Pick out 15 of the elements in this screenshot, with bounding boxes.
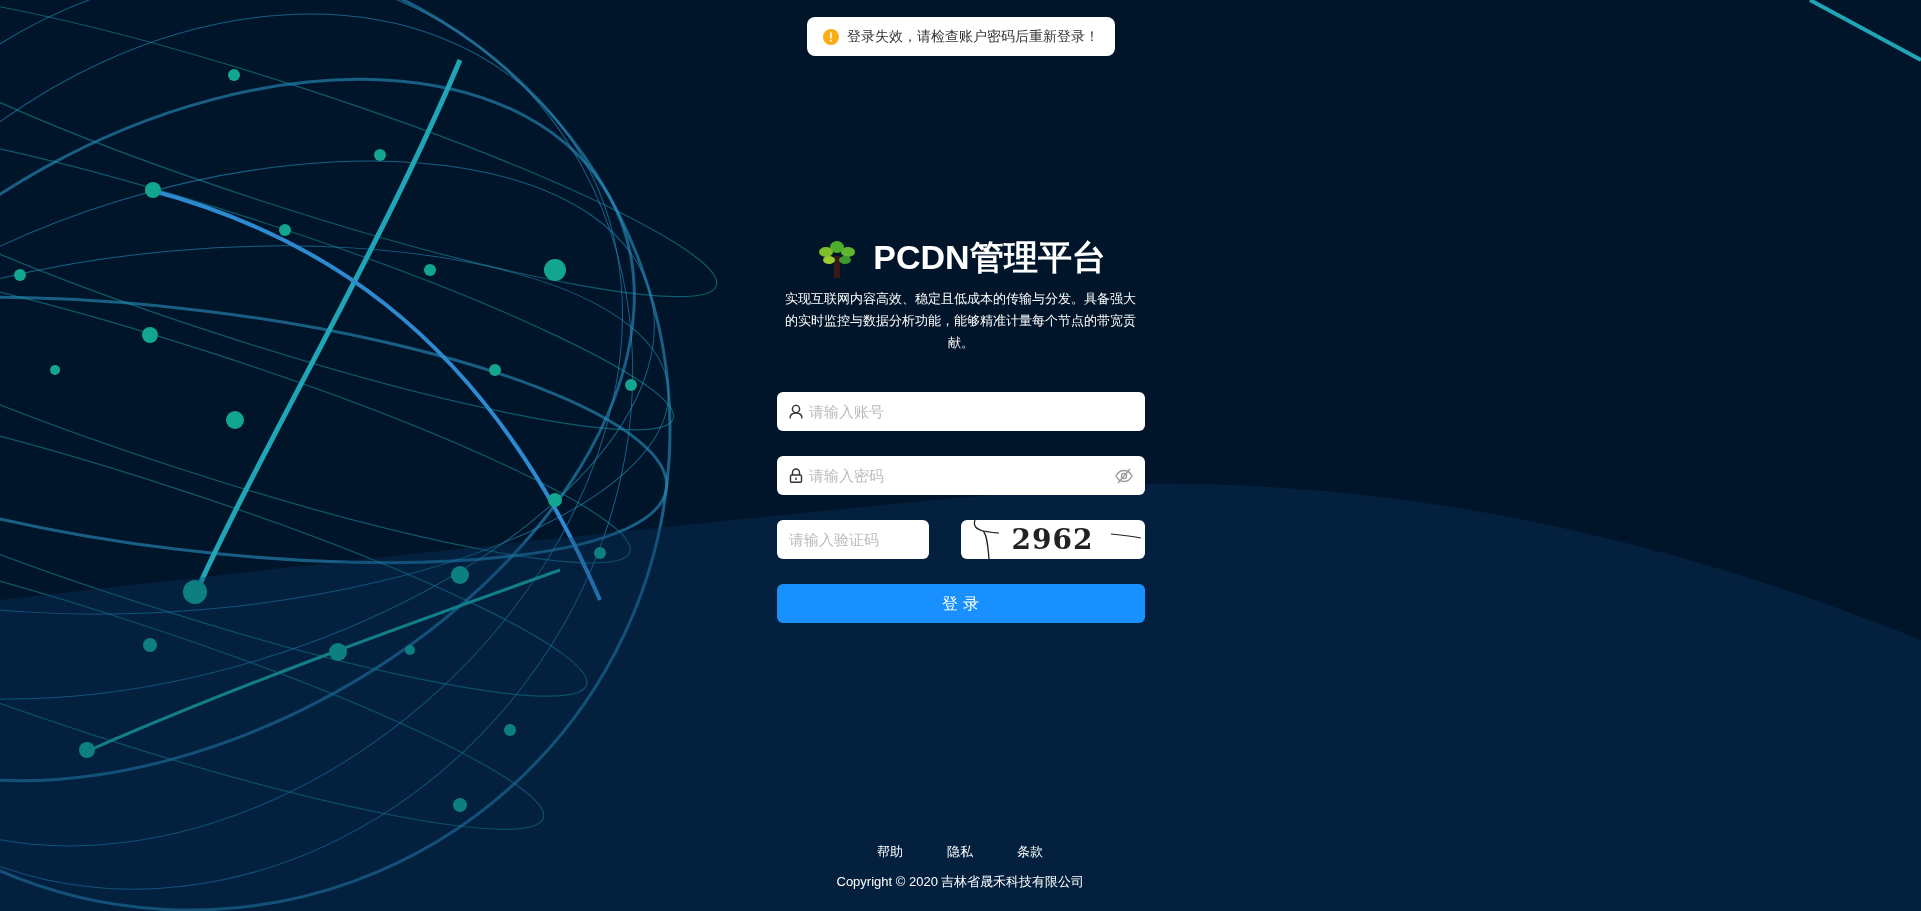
copyright-text: Copyright © 2020 吉林省晟禾科技有限公司 [836,872,1085,891]
lock-icon [788,468,803,483]
user-icon [788,404,803,419]
platform-description: 实现互联网内容高效、稳定且低成本的传输与分发。具备强大的实时监控与数据分析功能，能够精准计量每个节点的带宽贡献。 [784,290,1137,352]
toast-message: 登录失效，请检查账户密码后重新登录！ [846,27,1099,46]
password-field[interactable]: 请输入密码 [776,456,1145,495]
account-field[interactable]: 请输入账号 [776,392,1145,431]
footer-link[interactable]: 条款 [1017,842,1044,862]
platform-title: PCDN管理平台 [873,239,1106,277]
captcha-image[interactable]: 2962 [960,520,1145,559]
footer-link[interactable]: 隐私 [947,842,974,862]
footer-link[interactable]: 帮助 [877,842,904,862]
eye-off-icon[interactable] [1114,468,1133,484]
captcha-field[interactable]: 请输入验证码 [776,520,929,559]
warning-icon [822,28,839,45]
